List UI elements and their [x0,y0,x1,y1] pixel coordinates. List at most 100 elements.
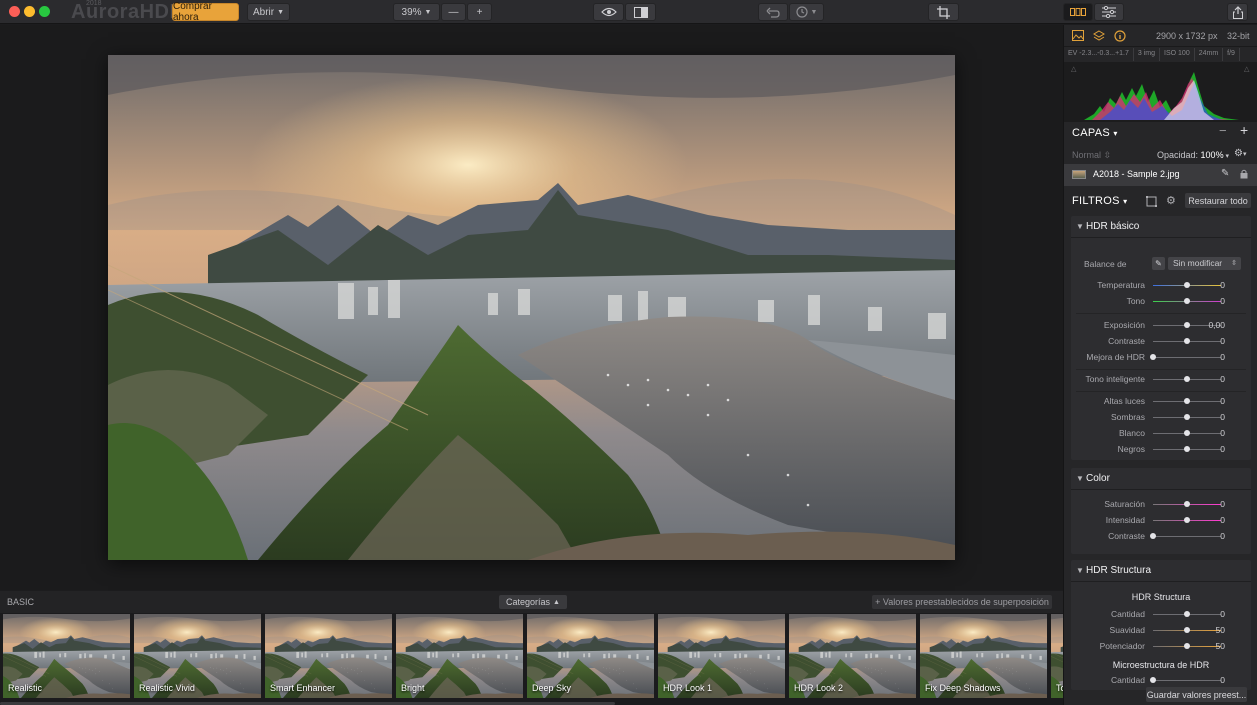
slider-row: Temperatura 0 [1071,278,1251,292]
chevron-down-icon: ▼ [277,8,285,16]
undo-button[interactable] [758,3,788,21]
preset-label: Fix Deep Shadows [925,683,1001,693]
brush-icon[interactable]: ✎ [1221,168,1229,179]
filters-title[interactable]: FILTROS ▾ [1072,195,1127,207]
close-window-button[interactable] [9,6,20,17]
restore-all-button[interactable]: Restaurar todo [1185,193,1251,208]
compare-button[interactable] [625,3,656,21]
chevron-down-icon: ▼ [1076,222,1084,231]
layers-title[interactable]: CAPAS ▾ [1072,127,1118,139]
overlay-presets-button[interactable]: + Valores preestablecidos de superposici… [872,595,1052,609]
color-group: ▼ Color Saturación 0 Intensidad 0 Contraste 0 [1071,468,1251,554]
slider-row: Tono inteligente 0 [1071,372,1251,386]
slider-knob[interactable] [1150,354,1156,360]
layer-settings-button[interactable]: ⚙▾ [1234,148,1246,159]
preset-thumbnail[interactable]: To [1051,614,1063,698]
slider-row: Cantidad 0 [1071,673,1251,687]
slider-knob[interactable] [1184,282,1190,288]
eyedropper-icon[interactable]: ✎ [1152,257,1165,270]
minimize-window-button[interactable] [24,6,35,17]
slider-row: Contraste 0 [1071,529,1251,543]
color-header[interactable]: ▼ Color [1071,468,1251,490]
save-preset-button[interactable]: Guardar valores preest... [1146,687,1247,702]
slider-row: Blanco 0 [1071,426,1251,440]
slider-knob[interactable] [1184,643,1190,649]
preset-label: Realistic Vivid [139,683,195,693]
info-icon[interactable] [1114,30,1126,42]
main-photo [108,55,955,560]
crop-button[interactable] [928,3,959,21]
chevron-updown-icon: ⇳ [1231,260,1237,267]
exif-images: 3 img [1134,48,1161,61]
preset-thumbnail[interactable]: Realistic Vivid [134,614,261,698]
history-button[interactable]: ▼ [789,3,824,21]
categories-dropdown[interactable]: Categorías ▲ [499,595,567,609]
slider-knob[interactable] [1184,322,1190,328]
zoom-dropdown[interactable]: 39% ▼ [393,3,440,21]
hdr-structure-header[interactable]: ▼ HDR Structura [1071,560,1251,582]
buy-now-button[interactable]: Comprar ahora [172,1,239,23]
slider-knob[interactable] [1184,627,1190,633]
chevron-down-icon: ▾ [1223,153,1230,160]
slider-value: 0 [1220,396,1225,406]
preset-thumbnail[interactable]: Smart Enhancer [265,614,392,698]
opacity-control[interactable]: Opacidad: 100% ▾ [1157,150,1229,160]
slider-knob[interactable] [1184,611,1190,617]
adjustments-panel-toggle[interactable] [1094,3,1124,21]
preset-thumbnail[interactable]: Fix Deep Shadows [920,614,1047,698]
preset-thumbnail[interactable]: Deep Sky [527,614,654,698]
slider-knob[interactable] [1184,501,1190,507]
slider-knob[interactable] [1184,338,1190,344]
slider-knob[interactable] [1184,298,1190,304]
presets-panel-toggle[interactable] [1063,3,1093,21]
group-divider [1076,313,1246,314]
slider-knob[interactable] [1184,398,1190,404]
image-icon[interactable] [1072,30,1084,42]
mask-icon[interactable] [1146,196,1157,210]
slider-knob[interactable] [1184,376,1190,382]
lock-icon[interactable] [1240,169,1248,182]
slider-knob[interactable] [1184,446,1190,452]
categories-label: Categorías [506,597,551,607]
blend-mode-select[interactable]: Normal ⇳ [1072,150,1111,161]
preset-label: Deep Sky [532,683,572,693]
white-balance-select[interactable]: Sin modificar ⇳ [1168,257,1241,270]
slider-knob[interactable] [1184,414,1190,420]
slider-track[interactable] [1153,357,1221,358]
slider-knob[interactable] [1150,533,1156,539]
share-icon [1232,5,1243,19]
slider-label: Intensidad [1105,515,1145,525]
layers-icon[interactable] [1093,30,1105,42]
hdr-basic-header[interactable]: ▼ HDR básico [1071,216,1251,238]
slider-label: Exposición [1103,320,1145,330]
preview-toggle-button[interactable] [593,3,624,21]
hdr-structure-group: ▼ HDR Structura HDR Structura Cantidad 0 S… [1071,560,1251,690]
preset-thumbnail[interactable]: Realistic [3,614,130,698]
preset-thumbnail[interactable]: HDR Look 1 [658,614,785,698]
slider-knob[interactable] [1184,517,1190,523]
group-divider [1076,369,1246,370]
filter-settings-icon[interactable]: ⚙ [1166,194,1176,207]
preset-label: HDR Look 2 [794,683,844,693]
preset-label: Bright [401,683,425,693]
remove-layer-button[interactable]: − [1219,123,1227,138]
maximize-window-button[interactable] [39,6,50,17]
slider-value: 0 [1220,675,1225,685]
image-canvas[interactable] [0,25,1063,590]
zoom-in-button[interactable]: + [467,3,492,21]
slider-knob[interactable] [1184,430,1190,436]
slider-track[interactable] [1153,536,1221,537]
preset-thumbnail[interactable]: Bright [396,614,523,698]
zoom-out-button[interactable]: — [441,3,466,21]
chevron-down-icon: ▼ [1076,566,1084,575]
split-view-icon [633,6,648,18]
preset-thumbnail[interactable]: HDR Look 2 [789,614,916,698]
presets-strip: Realistic Realistic Vivid Smart Enhancer… [0,613,1063,705]
add-layer-button[interactable]: + [1240,122,1248,138]
share-button[interactable] [1227,3,1248,21]
layer-item[interactable]: A2018 - Sample 2.jpg ✎ [1064,164,1257,186]
slider-track[interactable] [1153,680,1221,681]
exif-focal: 24mm [1195,48,1224,61]
open-button[interactable]: Abrir ▼ [247,3,290,21]
slider-knob[interactable] [1150,677,1156,683]
